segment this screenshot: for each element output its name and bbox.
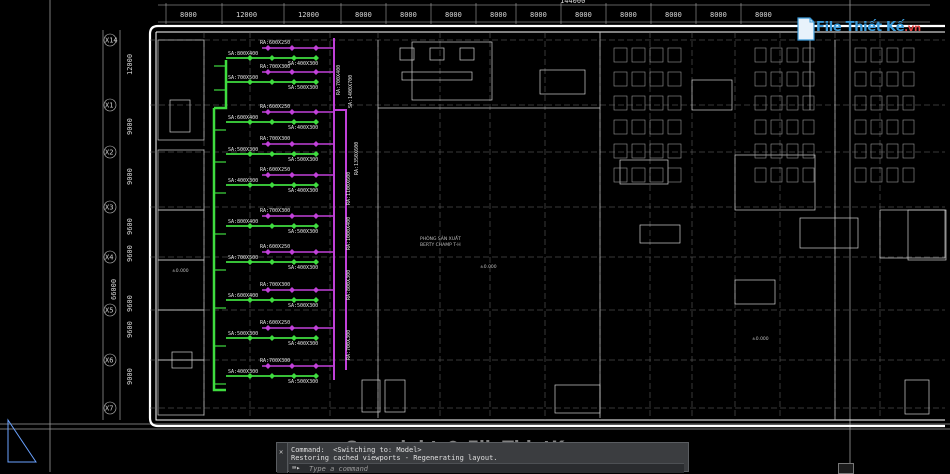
axis-label: X7 xyxy=(105,405,113,413)
top-dimension-label: 8000 xyxy=(755,11,772,19)
top-dimension-label: 8000 xyxy=(665,11,682,19)
top-dimension-label: 8000 xyxy=(400,11,417,19)
top-dimension-label: 8000 xyxy=(710,11,727,19)
level-mark: ±0.000 xyxy=(480,264,497,270)
layout-tab-marker[interactable] xyxy=(838,463,854,474)
branch-duct-label: SA:500X300 xyxy=(288,379,318,385)
branch-duct-label: SA:500X300 xyxy=(288,229,318,235)
model-space-canvas[interactable]: 8000 12000 12000 8000 8000 8000 8000 8000 8000 80… xyxy=(0,0,950,472)
return-duct-label: RA:700X300 xyxy=(260,208,290,214)
logo-text: File Thiết Kế.vn xyxy=(816,20,921,35)
top-dimension-label: 8000 xyxy=(355,11,372,19)
top-dimension-labels: 8000 12000 12000 8000 8000 8000 8000 8000 8000 80… xyxy=(165,3,772,24)
hvac-ducts: RA:600X250SA:800X400SA:400X300RA:700X300… xyxy=(212,38,360,392)
return-duct-label: RA:600X250 xyxy=(260,320,290,326)
axis-label: X5 xyxy=(105,307,113,315)
left-dimension-label: 9000 xyxy=(126,118,134,135)
axis-label: X4 xyxy=(105,254,113,262)
top-dimension-label: 8000 xyxy=(530,11,547,19)
left-dimension-label: 9600 xyxy=(126,218,134,235)
supply-duct-label: SA:500X300 xyxy=(228,331,258,337)
left-dimension-label: 9600 xyxy=(126,295,134,312)
left-dimension-label: 9600 xyxy=(126,321,134,338)
axis-label: X14 xyxy=(105,37,118,45)
supply-duct-label: SA:600X400 xyxy=(228,293,258,299)
command-window-handle[interactable]: ✕ xyxy=(277,443,288,473)
level-marks: ±0.000 ±0.000 ±0.000 xyxy=(172,264,769,342)
overall-dimension: 144000 xyxy=(560,0,585,5)
left-total-dimension: 66000 xyxy=(110,279,118,300)
top-dimension-label: 8000 xyxy=(575,11,592,19)
supply-duct-label: SA:700X500 xyxy=(228,255,258,261)
top-dimension-label: 8000 xyxy=(445,11,462,19)
return-duct-label: RA:600X250 xyxy=(260,104,290,110)
riser-duct-label: RA:1350X600 xyxy=(354,142,360,175)
supply-duct-label: SA:800X400 xyxy=(228,219,258,225)
supply-duct-label: SA:800X400 xyxy=(228,51,258,57)
top-dimension-label: 8000 xyxy=(180,11,197,19)
riser-duct-label: RA:700X400 xyxy=(336,65,342,95)
supply-duct-label: SA:400X300 xyxy=(228,178,258,184)
branch-duct-label: SA:500X300 xyxy=(288,303,318,309)
supply-duct-label: SA:600X400 xyxy=(228,115,258,121)
branch-duct-label: SA:400X300 xyxy=(288,61,318,67)
filethietke-logo: File Thiết Kế.vn xyxy=(797,14,924,44)
riser-duct-label: SA:1400X700 xyxy=(348,75,354,108)
branch-duct-label: SA:400X300 xyxy=(288,265,318,271)
left-dimension-label: 9000 xyxy=(126,368,134,385)
axis-bubbles: X14 X1 X2 X3 X4 X5 X6 X7 xyxy=(103,33,118,415)
close-icon[interactable]: ✕ xyxy=(279,449,283,456)
return-duct-label: RA:600X250 xyxy=(260,167,290,173)
riser-duct-label: RA:700X300 xyxy=(346,330,352,360)
branch-duct-label: SA:500X300 xyxy=(288,85,318,91)
riser-duct-label: RA:1100X600 xyxy=(346,172,352,205)
return-duct-label: RA:600X250 xyxy=(260,40,290,46)
return-duct-label: RA:600X250 xyxy=(260,244,290,250)
supply-duct-label: SA:400X300 xyxy=(228,369,258,375)
left-dimension-label: 9600 xyxy=(126,245,134,262)
axis-label: X3 xyxy=(105,204,113,212)
left-dimension-labels: 12000 9000 9000 9600 9600 9600 9600 9000 xyxy=(126,54,134,385)
top-dimension-label: 12000 xyxy=(236,11,257,19)
production-room-label: PHÒNG SẢN XUẤT BERTY CHAMP T-H xyxy=(420,234,461,248)
axis-label: X6 xyxy=(105,357,113,365)
branch-duct-label: SA:500X300 xyxy=(288,157,318,163)
top-dimension-label: 12000 xyxy=(298,11,319,19)
branch-duct-label: SA:400X300 xyxy=(288,188,318,194)
riser-duct-label: RA:1000X400 xyxy=(346,217,352,250)
return-duct-label: RA:700X300 xyxy=(260,136,290,142)
branch-duct-label: SA:400X300 xyxy=(288,341,318,347)
frame-lines xyxy=(0,0,950,472)
supply-duct-label: SA:500X300 xyxy=(228,147,258,153)
command-history: Command: <Switching to: Model> Restoring… xyxy=(291,446,498,462)
command-window[interactable]: ✕ Command: <Switching to: Model> Restori… xyxy=(276,442,689,473)
axis-label: X2 xyxy=(105,149,113,157)
return-duct-label: RA:700X300 xyxy=(260,358,290,364)
axis-label: X1 xyxy=(105,102,113,110)
branch-duct-label: SA:400X300 xyxy=(288,125,318,131)
riser-duct-label: RA:800X300 xyxy=(346,270,352,300)
left-dimension-label: 9000 xyxy=(126,168,134,185)
left-dimension-label: 12000 xyxy=(126,54,134,75)
level-mark: ±0.000 xyxy=(172,268,189,274)
supply-duct-label: SA:700X500 xyxy=(228,75,258,81)
return-duct-label: RA:700X300 xyxy=(260,282,290,288)
return-duct-label: RA:700X300 xyxy=(260,64,290,70)
storage-racks xyxy=(613,47,915,183)
level-mark: ±0.000 xyxy=(752,336,769,342)
logo-icon xyxy=(797,17,815,41)
top-dimension-label: 8000 xyxy=(620,11,637,19)
top-dimension-label: 8000 xyxy=(490,11,507,19)
